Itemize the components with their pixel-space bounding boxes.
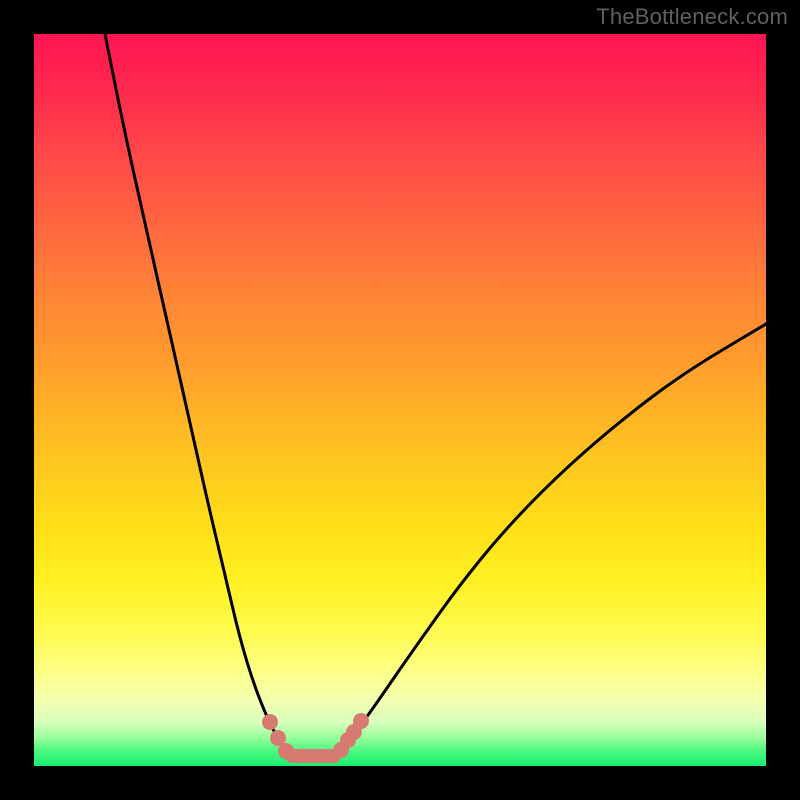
curve-right — [334, 324, 766, 756]
curve-left — [105, 34, 292, 756]
curve-layer — [34, 34, 766, 766]
marker-dot — [353, 713, 369, 729]
marker-dot — [278, 743, 294, 759]
watermark-text: TheBottleneck.com — [596, 4, 788, 30]
chart-frame: TheBottleneck.com — [0, 0, 800, 800]
plot-area — [34, 34, 766, 766]
marker-dot — [262, 714, 278, 730]
